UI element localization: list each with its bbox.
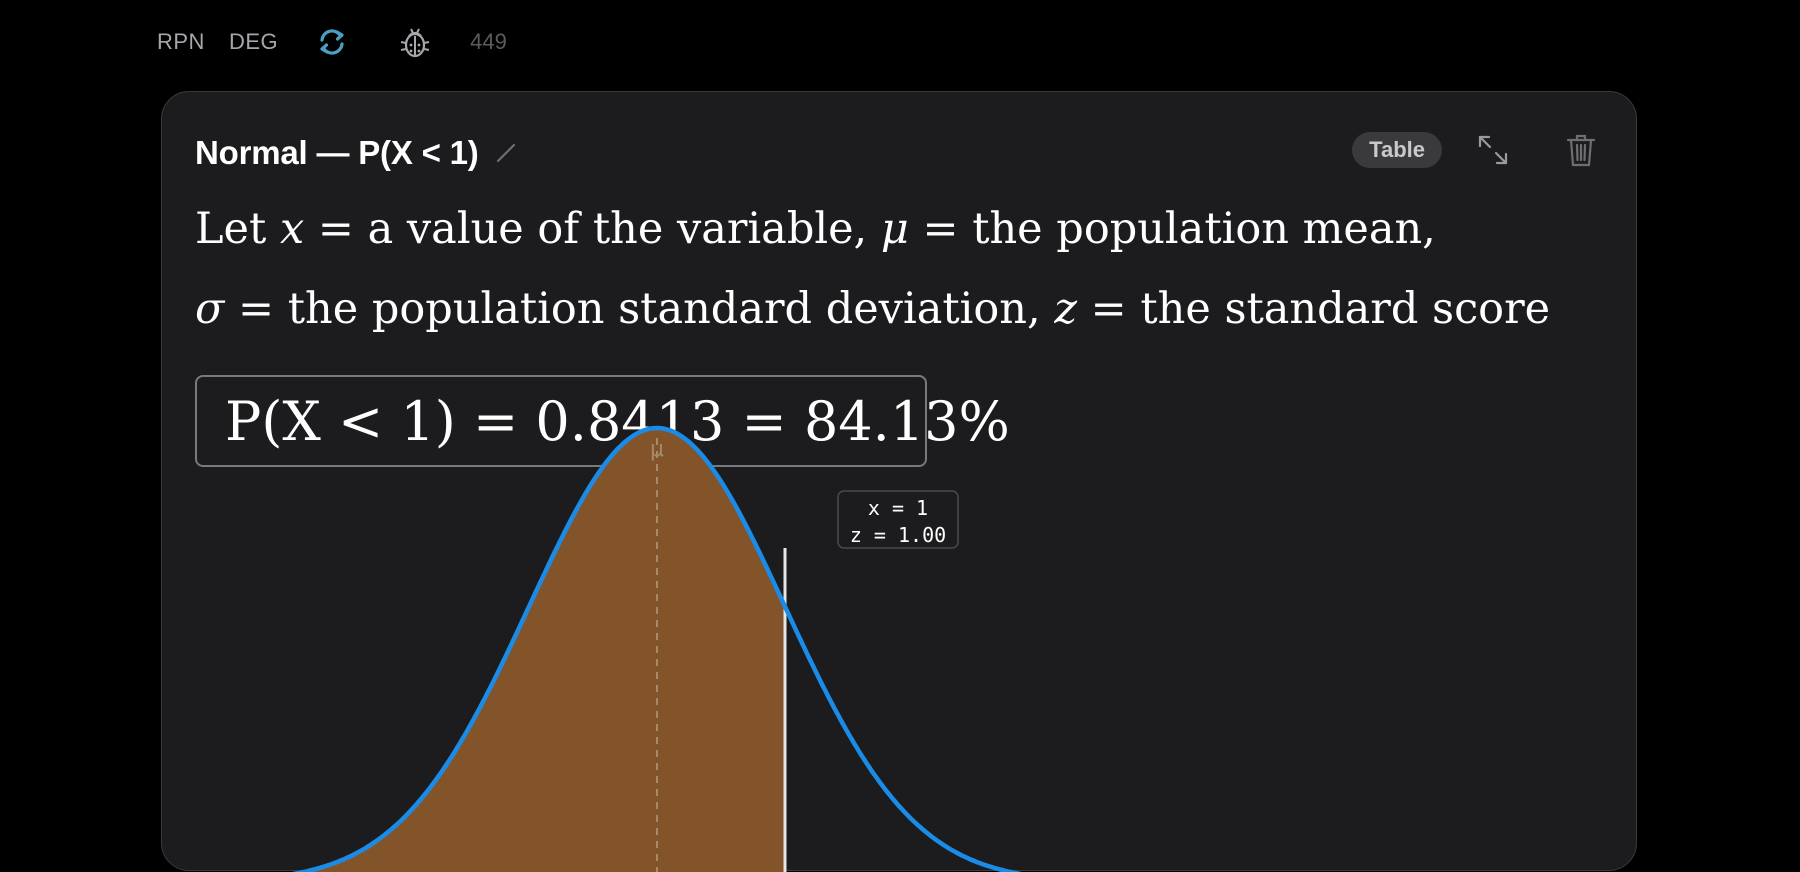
mean-label: μ [650,437,664,462]
normal-distribution-plot: μ x = 1 z = 1.00 [291,425,1023,872]
tooltip-z-value: z = 1.00 [850,523,946,547]
sync-icon[interactable] [316,26,348,58]
bug-icon[interactable] [400,25,430,59]
result-card: Normal — P(X < 1) Table Let x = a value … [161,91,1637,872]
shaded-probability-area [303,428,785,872]
tooltip-x-value: x = 1 [868,496,928,520]
x-marker-tooltip: x = 1 z = 1.00 [837,490,959,549]
top-toolbar: RPN DEG 449 [157,24,507,60]
rpn-mode-toggle[interactable]: RPN [157,29,205,55]
history-count: 449 [470,29,507,54]
angle-unit-toggle[interactable]: DEG [229,29,278,55]
